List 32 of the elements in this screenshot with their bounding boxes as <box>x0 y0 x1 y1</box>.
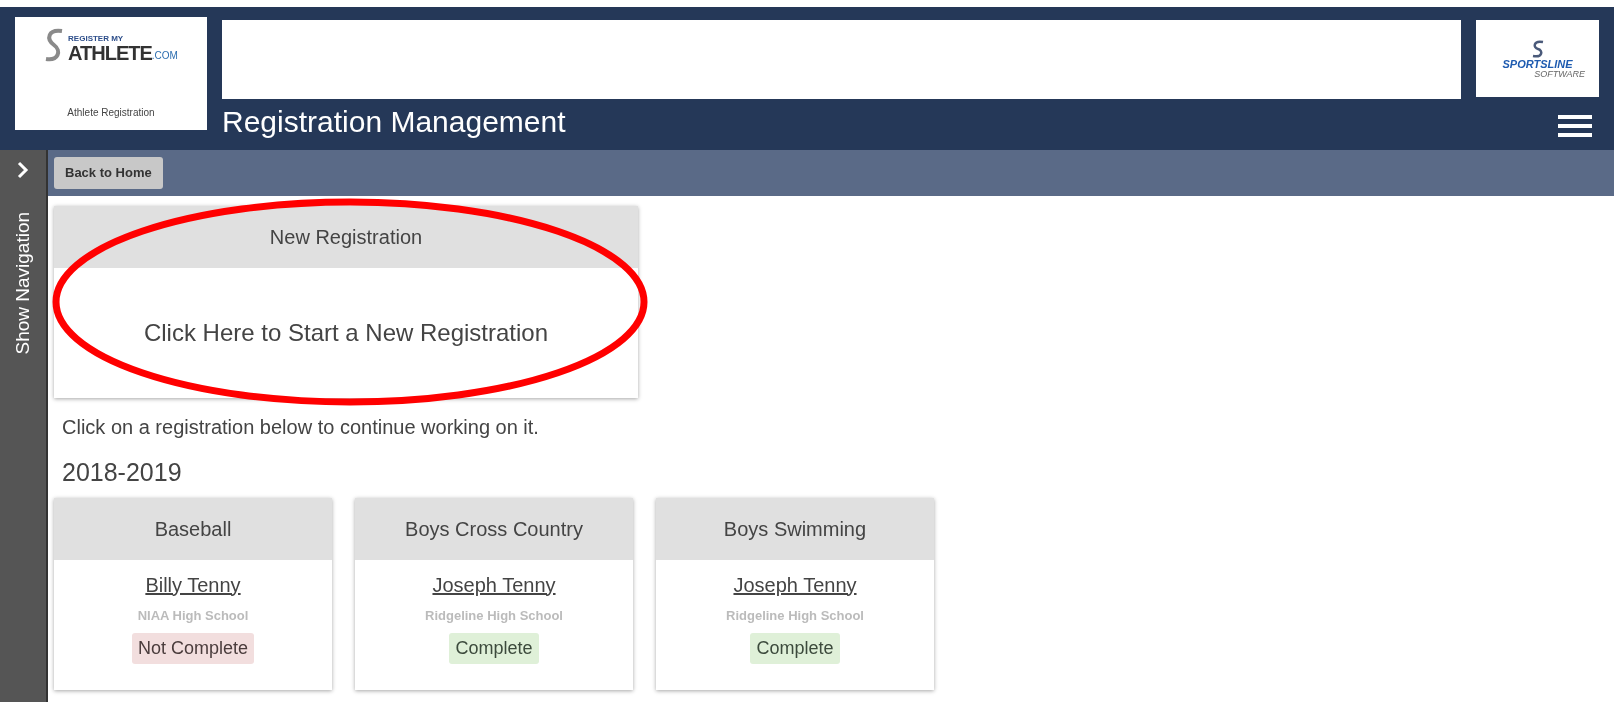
logo-text: REGISTER MY <box>68 35 125 43</box>
page-title: Registration Management <box>222 107 567 137</box>
registration-card[interactable]: Baseball Billy Tenny NIAA High School Not Complete <box>54 497 332 690</box>
new-registration-card[interactable]: New Registration Click Here to Start a New Registration <box>54 206 638 398</box>
season-heading: 2018-2019 <box>62 457 183 488</box>
school-name: NIAA High School <box>137 606 249 625</box>
logo-text: SPORTSLINE <box>1502 58 1573 70</box>
school-name: Ridgeline High School <box>726 606 864 625</box>
card-title: New Registration <box>269 225 423 250</box>
athlete-link[interactable]: Joseph Tenny <box>733 569 857 600</box>
logo-text: .COM <box>151 51 178 61</box>
menu-icon[interactable] <box>1558 113 1592 139</box>
status-badge: Complete <box>750 633 840 664</box>
logo-text: ATHLETE <box>68 43 152 63</box>
status-badge: Complete <box>449 633 539 664</box>
logo-text: SOFTWARE <box>1534 69 1585 79</box>
start-registration-link[interactable]: Click Here to Start a New Registration <box>143 315 549 351</box>
swoosh-icon <box>44 27 65 63</box>
registration-card[interactable]: Boys Swimming Joseph Tenny Ridgeline High School Complete <box>656 497 934 690</box>
status-badge: Not Complete <box>131 633 255 664</box>
athlete-link[interactable]: Billy Tenny <box>145 569 241 600</box>
registration-card[interactable]: Boys Cross Country Joseph Tenny Ridgeline High School Complete <box>355 497 633 690</box>
chevron-right-icon[interactable] <box>16 160 30 180</box>
sport-name: Baseball <box>154 516 232 542</box>
show-navigation-tab[interactable]: Show Navigation <box>8 211 38 355</box>
sport-name: Boys Swimming <box>723 516 867 542</box>
sport-name: Boys Cross Country <box>405 516 583 542</box>
instruction-text: Click on a registration below to continue working on it. <box>62 415 540 440</box>
logo-caption: Athlete Registration <box>67 106 155 120</box>
back-to-home-button[interactable]: Back to Home <box>54 157 163 189</box>
athlete-link[interactable]: Joseph Tenny <box>432 569 556 600</box>
school-name: Ridgeline High School <box>425 606 563 625</box>
